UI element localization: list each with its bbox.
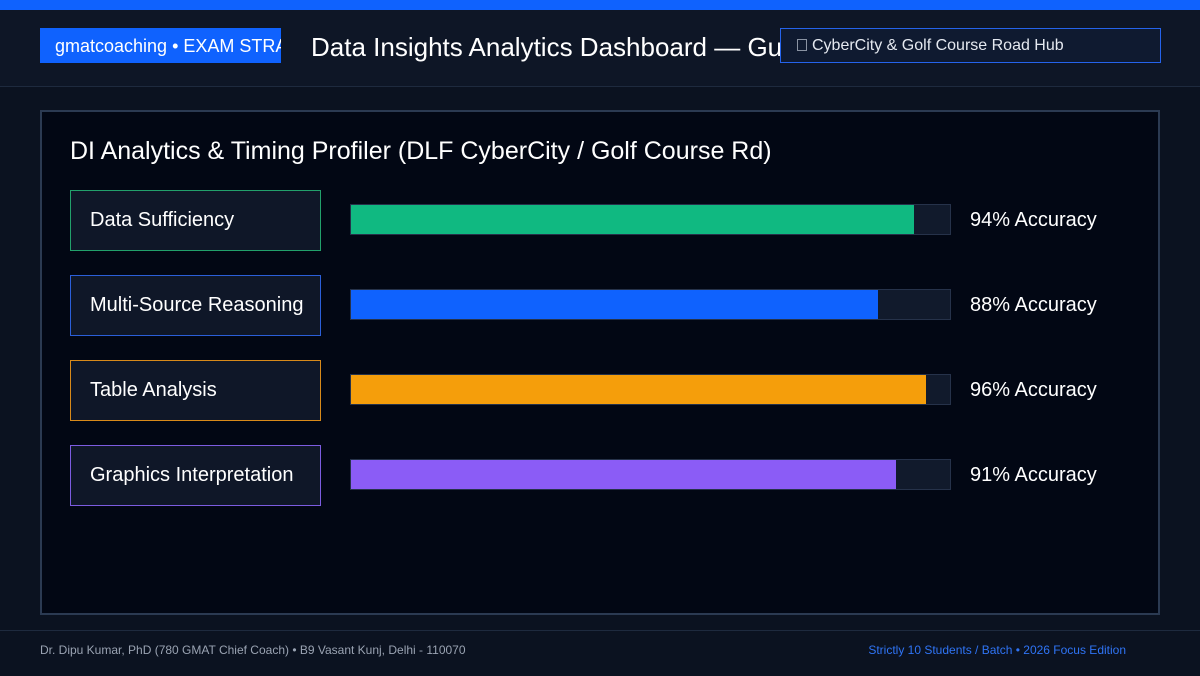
accuracy-bar-fill [351, 460, 897, 489]
accuracy-bar-fill [351, 290, 879, 319]
page-title: Data Insights Analytics Dashboard — Guru… [311, 32, 780, 62]
analytics-panel: DI Analytics & Timing Profiler (DLF Cybe… [40, 110, 1160, 615]
location-badge: CyberCity & Golf Course Road Hub [780, 28, 1161, 63]
accuracy-bar-fill [351, 375, 927, 404]
accuracy-bar-track [350, 204, 951, 235]
accuracy-value: 91% Accuracy [970, 464, 1097, 486]
brand-badge: gmatcoaching • EXAM STRATEGY [40, 28, 281, 63]
accuracy-value: 94% Accuracy [970, 209, 1097, 231]
panel-title: DI Analytics & Timing Profiler (DLF Cybe… [70, 137, 772, 165]
metric-label: Table Analysis [70, 360, 321, 421]
metric-row-table-analysis: Table Analysis 96% Accuracy [70, 360, 1130, 421]
metric-row-multi-source-reasoning: Multi-Source Reasoning 88% Accuracy [70, 275, 1130, 336]
square-glyph-icon [797, 39, 807, 51]
accuracy-value: 96% Accuracy [970, 379, 1097, 401]
metric-label: Multi-Source Reasoning [70, 275, 321, 336]
footer-bar: Dr. Dipu Kumar, PhD (780 GMAT Chief Coac… [0, 630, 1200, 676]
accuracy-bar-track [350, 374, 951, 405]
accuracy-value: 88% Accuracy [970, 294, 1097, 316]
header-bar: gmatcoaching • EXAM STRATEGY Data Insigh… [0, 10, 1200, 87]
metric-label: Data Sufficiency [70, 190, 321, 251]
accuracy-bar-fill [351, 205, 915, 234]
metric-row-graphics-interpretation: Graphics Interpretation 91% Accuracy [70, 445, 1130, 506]
accuracy-bar-track [350, 459, 951, 490]
metric-label: Graphics Interpretation [70, 445, 321, 506]
metric-row-data-sufficiency: Data Sufficiency 94% Accuracy [70, 190, 1130, 251]
top-accent-strip [0, 0, 1200, 10]
location-label: CyberCity & Golf Course Road Hub [812, 37, 1064, 54]
accuracy-bar-track [350, 289, 951, 320]
footer-edition: Strictly 10 Students / Batch • 2026 Focu… [868, 643, 1126, 657]
footer-contact: Dr. Dipu Kumar, PhD (780 GMAT Chief Coac… [40, 643, 466, 657]
